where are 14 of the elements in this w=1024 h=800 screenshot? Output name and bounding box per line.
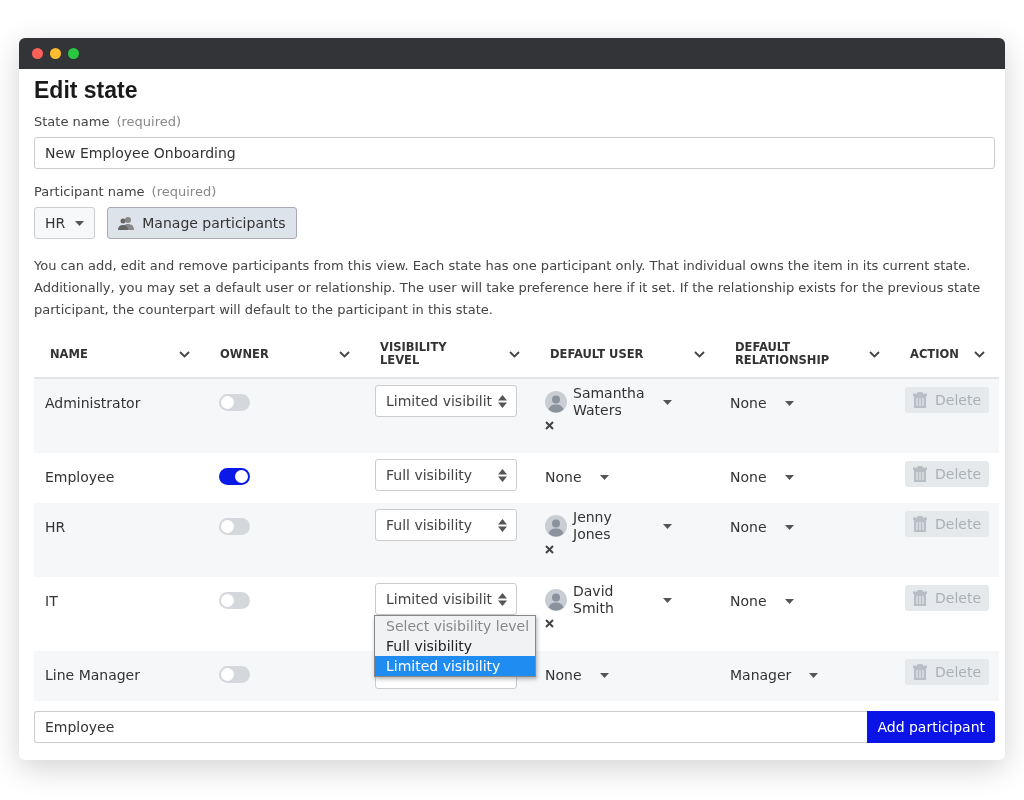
required-hint: (required) [116, 114, 182, 129]
table-cell-text: Line Manager [45, 666, 140, 683]
user-name: David Smith [573, 583, 615, 617]
required-hint: (required) [151, 184, 217, 199]
field-label: State name [34, 114, 110, 129]
table-cell-text: IT [45, 592, 58, 609]
field-label: Participant name [34, 184, 145, 199]
table-cell-text: HR [45, 518, 66, 535]
table-cell-text: Administrator [45, 394, 141, 411]
description-text: You can add, edit and remove participants from this view. Each state has one participant only. That individual owns the item in its current state. Additionally, you may set a default user or relationship. The user will take preference here if it set. If the relationship exists for the previous state participant, the counterpart will default to the participant in this state. [34, 257, 982, 319]
user-name: Samantha Waters [573, 385, 646, 419]
table-cell-text: Employee [45, 468, 115, 485]
page-title: Edit state [34, 77, 139, 104]
user-name: Jenny Jones [573, 509, 613, 543]
